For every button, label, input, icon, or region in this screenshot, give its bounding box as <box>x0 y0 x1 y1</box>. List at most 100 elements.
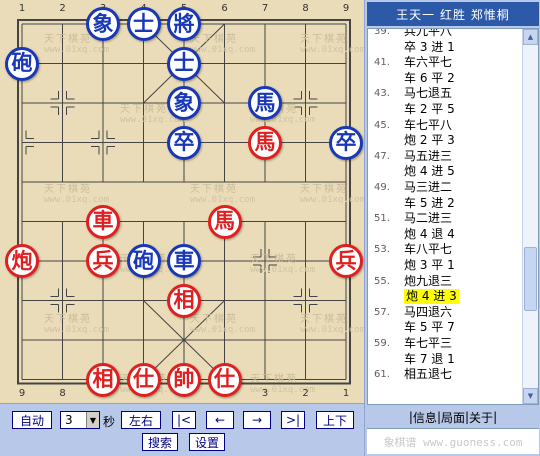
watermark-url: www.01xq.com <box>300 45 364 55</box>
black-piece[interactable]: 馬 <box>248 86 282 120</box>
black-piece[interactable]: 將 <box>167 7 201 41</box>
red-piece[interactable]: 仕 <box>126 362 161 397</box>
move-list-scrollbar[interactable]: ▲ ▼ <box>522 29 538 404</box>
search-button[interactable]: 搜索 <box>142 433 178 451</box>
file-number-bottom: 2 <box>302 388 309 399</box>
move-row[interactable]: 59. 车七平三 <box>368 336 518 351</box>
move-number: 55. <box>374 275 390 287</box>
move-row[interactable]: 炮 4 进 3 <box>368 289 518 305</box>
move-number: 59. <box>374 338 390 349</box>
watermark-url: www.01xq.com <box>300 195 364 205</box>
file-number-top: 8 <box>302 3 309 14</box>
control-bar: 自动 3 ▼ 秒 左右 |< ← → >| 上下 搜索 设置 <box>0 403 364 456</box>
move-list[interactable]: 39. 兵九平八卒 3 进 1 41. 车六平七车 6 平 2 43. 马七退五车 2 平… <box>367 28 539 405</box>
auto-play-button[interactable]: 自动 <box>12 411 52 429</box>
red-piece[interactable]: 兵 <box>86 244 120 278</box>
move-number: 41. <box>374 57 390 69</box>
red-piece[interactable]: 車 <box>86 204 120 239</box>
watermark-url: www.01xq.com <box>44 45 110 55</box>
next-move-button[interactable]: → <box>243 411 271 429</box>
move-row[interactable]: 49. 马三进二 <box>368 180 518 195</box>
prev-move-button[interactable]: ← <box>206 411 234 429</box>
info-link[interactable]: 信息 <box>413 409 437 426</box>
red-piece[interactable]: 兵 <box>329 244 363 278</box>
xiangqi-board[interactable]: 天下棋苑 www.01xq.com 天下棋苑 www.01xq.com 天下棋苑 www.… <box>0 0 364 403</box>
red-piece[interactable]: 炮 <box>5 244 39 278</box>
black-piece[interactable]: 卒 <box>167 125 201 160</box>
flip-left-right-button[interactable]: 左右 <box>121 411 161 429</box>
last-move-button[interactable]: >| <box>281 411 305 429</box>
game-title: 王天一 红胜 郑惟桐 <box>367 2 539 26</box>
move-row[interactable]: 53. 车八平七 <box>368 242 518 257</box>
move-row[interactable]: 炮 4 退 4 <box>368 227 518 242</box>
file-number-top: 6 <box>221 3 228 14</box>
black-piece[interactable]: 象 <box>86 7 120 41</box>
watermark-title: 天下棋苑 <box>300 34 348 45</box>
black-piece[interactable]: 車 <box>167 244 201 278</box>
move-row[interactable]: 57. 马四退六 <box>368 305 518 320</box>
red-piece[interactable]: 相 <box>167 283 201 318</box>
move-row[interactable]: 炮 2 平 3 <box>368 133 518 148</box>
move-row[interactable]: 车 6 平 2 <box>368 71 518 86</box>
black-piece[interactable]: 砲 <box>5 46 39 81</box>
red-piece[interactable]: 帥 <box>167 362 201 397</box>
move-text: 马二进三 <box>404 211 453 226</box>
black-piece[interactable]: 卒 <box>329 125 363 160</box>
red-piece[interactable]: 相 <box>86 362 120 397</box>
move-row[interactable]: 炮 4 进 5 <box>368 164 518 179</box>
move-row[interactable]: 51. 马二进三 <box>368 211 518 226</box>
watermark-title: 天下棋苑 <box>190 184 238 195</box>
move-text: 车七平三 <box>404 336 453 350</box>
scrollbar-thumb[interactable] <box>524 247 537 311</box>
watermark: 天下棋苑www.01xq.com <box>300 180 364 205</box>
position-link[interactable]: 局面 <box>441 409 465 426</box>
move-row[interactable]: 47. 马五进三 <box>368 149 518 164</box>
red-piece[interactable]: 馬 <box>248 125 282 160</box>
watermark-url: www.01xq.com <box>300 325 364 335</box>
interval-unit-label: 秒 <box>103 415 116 429</box>
move-row[interactable]: 55. 炮九退三 <box>368 274 518 289</box>
move-row[interactable]: 45. 车七平八 <box>368 118 518 133</box>
black-piece[interactable]: 象 <box>167 86 201 120</box>
move-row[interactable]: 炮 3 平 1 <box>368 258 518 273</box>
move-row[interactable]: 39. 兵九平八 <box>368 28 518 39</box>
move-row[interactable]: 车 5 平 7 <box>368 320 518 335</box>
file-number-bottom: 9 <box>18 388 26 399</box>
file-number-top: 9 <box>342 3 350 14</box>
scroll-down-icon[interactable]: ▼ <box>523 388 538 404</box>
watermark: 天下棋苑www.01xq.com <box>300 30 364 55</box>
red-piece[interactable]: 馬 <box>207 204 242 239</box>
first-move-button[interactable]: |< <box>172 411 196 429</box>
about-link[interactable]: 关于 <box>469 409 493 426</box>
move-row[interactable]: 车 5 进 2 <box>368 196 518 211</box>
move-row[interactable]: 61. 相五退七 <box>368 367 518 382</box>
scroll-up-icon[interactable]: ▲ <box>523 29 538 45</box>
panel-links: | 信息 | 局面 | 关于 | <box>367 407 539 427</box>
move-row[interactable]: 41. 车六平七 <box>368 55 518 70</box>
flip-up-down-button[interactable]: 上下 <box>316 411 354 429</box>
move-row[interactable]: 车 7 退 1 <box>368 352 518 367</box>
watermark-title: 天下棋苑 <box>44 184 92 195</box>
move-text: 车六平七 <box>404 55 453 70</box>
black-piece[interactable]: 士 <box>126 7 161 41</box>
chevron-down-icon[interactable]: ▼ <box>86 412 99 428</box>
watermark: 天下棋苑www.01xq.com <box>190 30 255 55</box>
move-text: 兵九平八 <box>404 28 453 38</box>
watermark-title: 天下棋苑 <box>300 184 348 195</box>
watermark-title: 天下棋苑 <box>300 314 348 325</box>
interval-select[interactable]: 3 ▼ <box>60 411 100 429</box>
watermark: 天下棋苑www.01xq.com <box>250 250 315 275</box>
settings-button[interactable]: 设置 <box>189 433 225 451</box>
move-row[interactable]: 43. 马七退五 <box>368 86 518 101</box>
watermark: 天下棋苑www.01xq.com <box>44 180 109 205</box>
move-text: 马五进三 <box>404 148 453 163</box>
black-piece[interactable]: 士 <box>167 46 201 81</box>
move-row[interactable]: 车 2 平 5 <box>368 102 518 117</box>
watermark: 天下棋苑www.01xq.com <box>44 310 109 335</box>
move-number: 47. <box>374 150 390 162</box>
black-piece[interactable]: 砲 <box>126 244 161 278</box>
current-move: 炮 4 进 3 <box>404 289 459 305</box>
red-piece[interactable]: 仕 <box>207 362 242 397</box>
move-text: 卒 3 进 1 <box>404 39 455 54</box>
move-row[interactable]: 卒 3 进 1 <box>368 40 518 55</box>
